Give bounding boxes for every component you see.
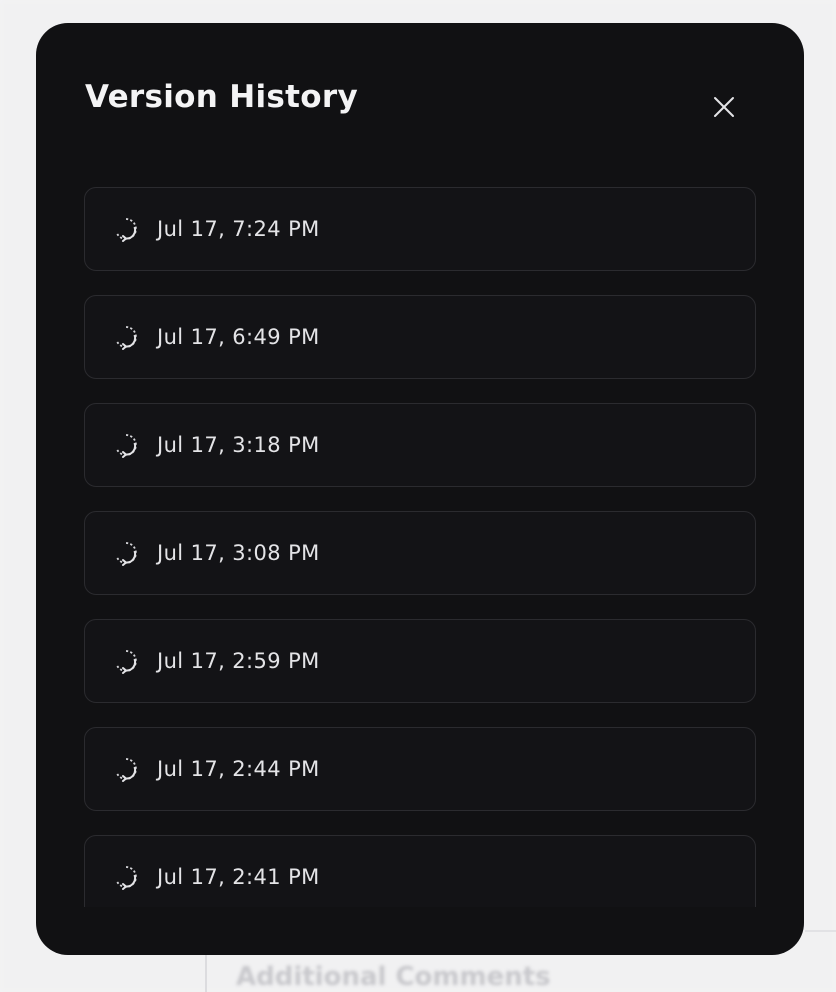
- version-item[interactable]: Jul 17, 7:24 PM: [84, 187, 756, 271]
- close-icon: [714, 97, 734, 117]
- version-timestamp: Jul 17, 2:59 PM: [157, 649, 320, 673]
- version-item[interactable]: Jul 17, 2:59 PM: [84, 619, 756, 703]
- modal-title: Version History: [85, 79, 358, 115]
- background-rule: [805, 930, 836, 932]
- close-button[interactable]: [706, 89, 742, 125]
- version-item[interactable]: Jul 17, 3:08 PM: [84, 511, 756, 595]
- version-timestamp: Jul 17, 3:08 PM: [157, 541, 320, 565]
- version-item[interactable]: Jul 17, 6:49 PM: [84, 295, 756, 379]
- history-icon: [113, 432, 139, 458]
- history-icon: [113, 324, 139, 350]
- history-icon: [113, 864, 139, 890]
- version-timestamp: Jul 17, 3:18 PM: [157, 433, 320, 457]
- version-item[interactable]: Jul 17, 2:44 PM: [84, 727, 756, 811]
- version-timestamp: Jul 17, 7:24 PM: [157, 217, 320, 241]
- version-timestamp: Jul 17, 2:44 PM: [157, 757, 320, 781]
- history-icon: [113, 648, 139, 674]
- history-icon: [113, 756, 139, 782]
- version-list[interactable]: Jul 17, 7:24 PM Jul 17, 6:49 PM Jul 17, …: [84, 187, 756, 907]
- version-item[interactable]: Jul 17, 2:41 PM: [84, 835, 756, 907]
- version-item[interactable]: Jul 17, 3:18 PM: [84, 403, 756, 487]
- version-timestamp: Jul 17, 6:49 PM: [157, 325, 320, 349]
- history-icon: [113, 216, 139, 242]
- version-history-modal: Version History Jul 17, 7:24 PM Jul 17, …: [36, 23, 804, 955]
- version-timestamp: Jul 17, 2:41 PM: [157, 865, 320, 889]
- history-icon: [113, 540, 139, 566]
- background-comments-label: Additional Comments: [236, 962, 551, 992]
